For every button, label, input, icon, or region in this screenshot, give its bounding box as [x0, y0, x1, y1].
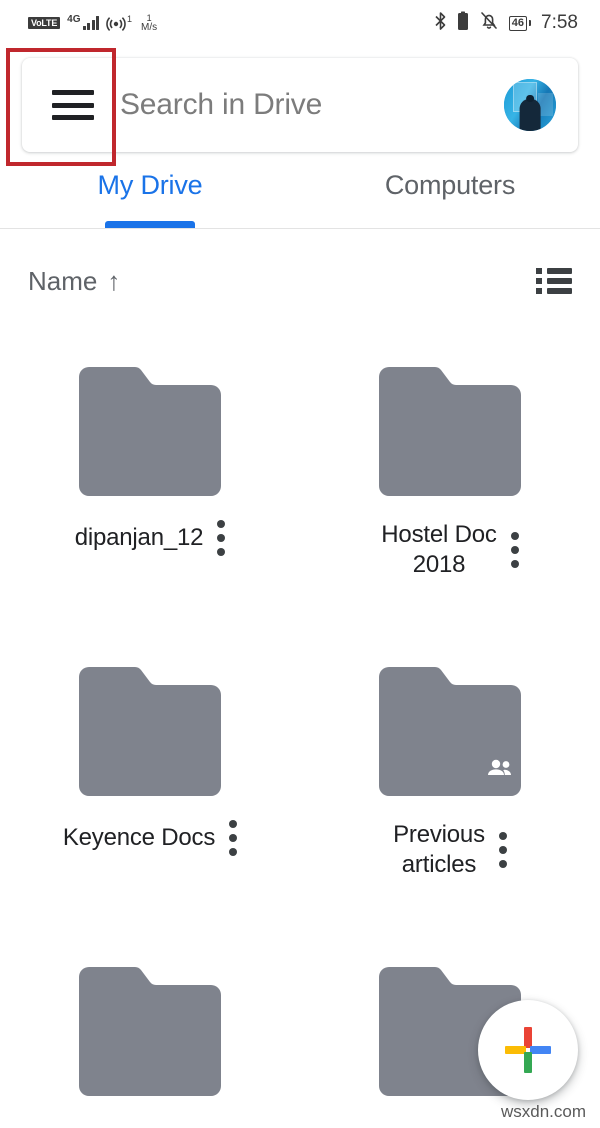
silent-bell-icon: [479, 10, 499, 36]
shared-people-icon: [485, 756, 515, 780]
network-generation-label: 4G: [67, 14, 81, 25]
signal-bars-icon: [82, 16, 100, 30]
file-item-footer: Hostel Doc 2018: [300, 520, 600, 580]
battery-tip-icon: [529, 20, 532, 26]
tab-my-drive[interactable]: My Drive: [0, 160, 300, 228]
status-bar: VoLTE 4G 1 1 M/s 46 7:58: [0, 0, 600, 46]
cellular-signal-icon: 4G: [67, 14, 100, 30]
bluetooth-icon: [434, 11, 447, 36]
battery-body-icon: [457, 11, 469, 36]
battery-percentage-label: 46: [508, 15, 528, 31]
file-item-footer: Previous articles: [300, 820, 600, 880]
tab-bar-divider: [0, 228, 600, 229]
plus-arm-right: [530, 1046, 551, 1054]
file-name-label: Previous articles: [393, 821, 485, 878]
plus-icon: [505, 1027, 551, 1073]
plus-arm-bottom: [524, 1052, 532, 1073]
plus-arm-left: [505, 1046, 526, 1054]
search-input[interactable]: Search in Drive: [120, 88, 504, 122]
overflow-menu-icon[interactable]: [217, 520, 226, 556]
sort-direction-icon[interactable]: ↑: [107, 268, 120, 294]
watermark-label: wsxdn.com: [500, 1102, 586, 1121]
file-grid-row: Keyence Docs Previous articles: [0, 630, 600, 930]
file-item-footer: Keyence Docs: [0, 820, 300, 856]
folder-icon: [69, 665, 231, 798]
avatar-figure: [519, 98, 541, 131]
file-item-footer: dipanjan_12: [0, 520, 300, 556]
file-item[interactable]: Previous articles: [300, 630, 600, 930]
status-bar-right: 46 7:58: [434, 10, 578, 36]
search-bar-card[interactable]: Search in Drive: [22, 58, 578, 152]
folder-icon: [69, 965, 231, 1098]
folder-icon: [369, 365, 531, 498]
overflow-menu-icon[interactable]: [498, 832, 507, 868]
plus-arm-top: [524, 1027, 532, 1048]
sort-field-label: Name: [28, 265, 98, 296]
hotspot-count-label: 1: [127, 14, 133, 24]
search-bar[interactable]: Search in Drive: [22, 58, 578, 152]
avatar[interactable]: [504, 79, 556, 131]
tab-active-indicator: [105, 221, 195, 228]
drive-app-screen: VoLTE 4G 1 1 M/s 46 7:58 Search in Drive…: [0, 0, 600, 1128]
status-bar-left: VoLTE 4G 1 1 M/s: [28, 14, 158, 33]
overflow-menu-icon[interactable]: [229, 820, 238, 856]
hamburger-menu-icon[interactable]: [52, 90, 94, 120]
clock-label: 7:58: [541, 12, 578, 33]
file-grid-row: dipanjan_12 Hostel Doc 2018: [0, 330, 600, 630]
file-item[interactable]: dipanjan_12: [0, 330, 300, 630]
file-item[interactable]: Keyence Docs: [0, 630, 300, 930]
tab-bar: My Drive Computers: [0, 160, 600, 228]
overflow-menu-icon[interactable]: [510, 532, 519, 568]
tab-my-drive-label: My Drive: [97, 170, 203, 200]
volte-icon: VoLTE: [28, 17, 61, 29]
avatar-figure-head: [526, 94, 534, 103]
file-name-label: dipanjan_12: [74, 524, 204, 551]
create-new-fab[interactable]: [478, 1000, 578, 1100]
tab-computers[interactable]: Computers: [300, 160, 600, 228]
network-speed-unit: M/s: [141, 22, 158, 33]
file-name-label: Hostel Doc 2018: [381, 521, 497, 578]
sort-control[interactable]: Name ↑: [28, 266, 120, 297]
tab-computers-label: Computers: [384, 170, 516, 200]
sort-row: Name ↑: [0, 252, 600, 310]
folder-icon: [69, 365, 231, 498]
file-item[interactable]: Hostel Doc 2018: [300, 330, 600, 630]
folder-icon: [369, 665, 531, 798]
list-view-icon[interactable]: [536, 268, 572, 294]
file-name-label: Keyence Docs: [62, 824, 216, 851]
file-item[interactable]: [0, 930, 300, 1128]
network-speed-indicator: 1 M/s: [141, 14, 158, 33]
avatar-panel-right: [538, 92, 553, 117]
hotspot-icon: 1: [106, 14, 132, 32]
